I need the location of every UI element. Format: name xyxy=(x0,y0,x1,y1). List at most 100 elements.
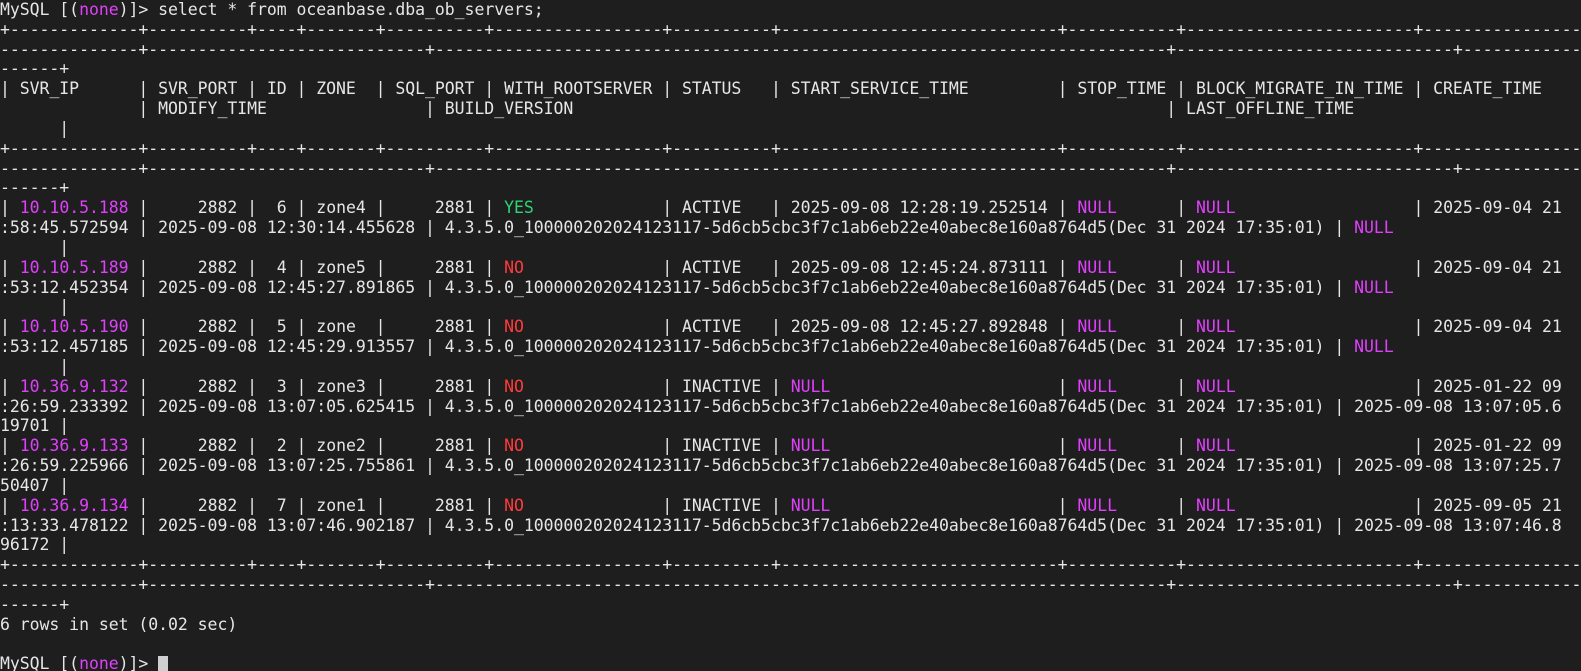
highlighted-value-red: NO xyxy=(504,495,524,515)
highlighted-value-red: NO xyxy=(504,317,524,337)
terminal-line: --------------+-------------------------… xyxy=(0,159,1581,179)
highlighted-value-red: NO xyxy=(504,376,524,396)
line-text: 96172 | xyxy=(0,535,70,555)
line-text: +-------------+----------+----+-------+-… xyxy=(0,19,1581,39)
line-text: | xyxy=(830,376,1078,396)
line-text: | xyxy=(1116,257,1197,277)
line-text: | xyxy=(0,376,20,396)
line-text: | 2025-09-05 21 xyxy=(1235,495,1562,515)
terminal-line: ------+ xyxy=(0,178,69,198)
line-text: | 2025-09-04 21 xyxy=(1235,198,1562,218)
line-text: MySQL [( xyxy=(0,0,80,19)
line-text: | xyxy=(1116,376,1197,396)
highlighted-value-magenta: NULL xyxy=(1196,495,1236,515)
terminal-line: :26:59.233392 | 2025-09-08 13:07:05.6254… xyxy=(0,397,1562,417)
terminal-line: | 10.36.9.132 | 2882 | 3 | zone3 | 2881 … xyxy=(0,377,1562,397)
line-text: ------+ xyxy=(0,59,70,79)
line-text: +-------------+----------+----+-------+-… xyxy=(0,555,1581,575)
line-text: )]> xyxy=(118,654,159,671)
line-text: 50407 | xyxy=(0,475,70,495)
highlighted-value-magenta: NULL xyxy=(1077,436,1117,456)
line-text: 19701 | xyxy=(0,416,70,436)
terminal-line: ------+ xyxy=(0,595,69,615)
line-text: MySQL [( xyxy=(0,654,80,671)
line-text: ------+ xyxy=(0,594,70,614)
line-text: :58:45.572594 | 2025-09-08 12:30:14.4556… xyxy=(0,218,1355,238)
highlighted-value-magenta: none xyxy=(79,0,119,19)
line-text: :26:59.225966 | 2025-09-08 13:07:25.7558… xyxy=(0,456,1562,476)
terminal-line: :58:45.572594 | 2025-09-08 12:30:14.4556… xyxy=(0,218,1394,238)
highlighted-value-red: NO xyxy=(504,257,524,277)
highlighted-value-magenta: NULL xyxy=(1196,376,1236,396)
terminal-line: | MODIFY_TIME | BUILD_VERSION | LAST_OFF… xyxy=(0,99,1354,119)
line-text: | SVR_IP | SVR_PORT | ID | ZONE | SQL_PO… xyxy=(0,79,1542,99)
line-text: | 2882 | 7 | zone1 | 2881 | xyxy=(128,495,505,515)
highlighted-value-magenta: NULL xyxy=(1354,218,1394,238)
terminal-line: | xyxy=(0,238,69,258)
line-text: )]> select * from oceanbase.dba_ob_serve… xyxy=(118,0,544,19)
line-text: | INACTIVE | xyxy=(523,495,791,515)
highlighted-value-green: YES xyxy=(504,198,534,218)
line-text: | xyxy=(0,237,70,257)
highlighted-value-magenta: NULL xyxy=(790,436,831,456)
terminal-line: :53:12.457185 | 2025-09-08 12:45:29.9135… xyxy=(0,337,1394,357)
prompt-line: MySQL [(none)]> xyxy=(0,654,169,671)
highlighted-value-magenta: NULL xyxy=(1077,198,1117,218)
terminal-line: :26:59.225966 | 2025-09-08 13:07:25.7558… xyxy=(0,456,1562,476)
line-text: | xyxy=(0,297,70,317)
line-text: | 2882 | 2 | zone2 | 2881 | xyxy=(128,436,505,456)
highlighted-value-magenta: 10.36.9.133 xyxy=(19,436,129,456)
terminal-line: 6 rows in set (0.02 sec) xyxy=(0,615,237,635)
highlighted-value-magenta: NULL xyxy=(1354,277,1394,297)
line-text: | INACTIVE | xyxy=(523,436,791,456)
terminal-line: | 10.10.5.190 | 2882 | 5 | zone | 2881 |… xyxy=(0,317,1562,337)
cursor-block[interactable] xyxy=(158,656,169,671)
highlighted-value-magenta: NULL xyxy=(1077,257,1117,277)
line-text: | xyxy=(1116,198,1197,218)
line-text: | 2025-09-04 21 xyxy=(1235,257,1562,277)
highlighted-value-magenta: NULL xyxy=(1196,257,1236,277)
line-text: :26:59.233392 | 2025-09-08 13:07:05.6254… xyxy=(0,396,1562,416)
line-text: | xyxy=(1116,436,1197,456)
line-text: | 2882 | 4 | zone5 | 2881 | xyxy=(128,257,505,277)
terminal-line: 19701 | xyxy=(0,416,69,436)
line-text: | 2882 | 6 | zone4 | 2881 | xyxy=(128,198,505,218)
line-text: | xyxy=(1116,317,1197,337)
line-text: | xyxy=(0,356,70,376)
highlighted-value-magenta: 10.10.5.190 xyxy=(19,317,129,337)
highlighted-value-red: NO xyxy=(504,436,524,456)
terminal-line: | xyxy=(0,357,69,377)
terminal-line: | 10.36.9.134 | 2882 | 7 | zone1 | 2881 … xyxy=(0,496,1562,516)
terminal-line: | xyxy=(0,297,69,317)
highlighted-value-magenta: NULL xyxy=(1077,317,1117,337)
highlighted-value-magenta: NULL xyxy=(1196,317,1236,337)
terminal-line: +-------------+----------+----+-------+-… xyxy=(0,139,1581,159)
highlighted-value-magenta: NULL xyxy=(790,495,831,515)
line-text: | xyxy=(0,436,20,456)
terminal-line: +-------------+----------+----+-------+-… xyxy=(0,20,1581,40)
terminal-line: 96172 | xyxy=(0,535,69,555)
highlighted-value-magenta: 10.36.9.132 xyxy=(19,376,129,396)
terminal-window[interactable]: MySQL [(none)]> select * from oceanbase.… xyxy=(0,0,1581,671)
line-text: | xyxy=(1116,495,1197,515)
line-text: | xyxy=(830,495,1078,515)
line-text: | xyxy=(0,317,20,337)
highlighted-value-magenta: none xyxy=(79,654,119,671)
line-text: --------------+-------------------------… xyxy=(0,39,1581,59)
terminal-line: | xyxy=(0,119,69,139)
line-text: | xyxy=(0,257,20,277)
terminal-line: --------------+-------------------------… xyxy=(0,575,1581,595)
highlighted-value-magenta: 10.36.9.134 xyxy=(19,495,129,515)
highlighted-value-magenta: NULL xyxy=(1354,337,1394,357)
highlighted-value-magenta: NULL xyxy=(1077,376,1117,396)
highlighted-value-magenta: 10.10.5.189 xyxy=(19,257,129,277)
line-text: +-------------+----------+----+-------+-… xyxy=(0,138,1581,158)
line-text: | 2025-01-22 09 xyxy=(1235,436,1562,456)
line-text: | ACTIVE | 2025-09-08 12:28:19.252514 | xyxy=(533,198,1078,218)
line-text: | ACTIVE | 2025-09-08 12:45:24.873111 | xyxy=(523,257,1078,277)
sql-command-line: MySQL [(none)]> select * from oceanbase.… xyxy=(0,0,544,20)
line-text: :53:12.452354 | 2025-09-08 12:45:27.8918… xyxy=(0,277,1355,297)
line-text: | xyxy=(0,495,20,515)
terminal-line: | 10.10.5.188 | 2882 | 6 | zone4 | 2881 … xyxy=(0,198,1562,218)
line-text: :53:12.457185 | 2025-09-08 12:45:29.9135… xyxy=(0,337,1355,357)
